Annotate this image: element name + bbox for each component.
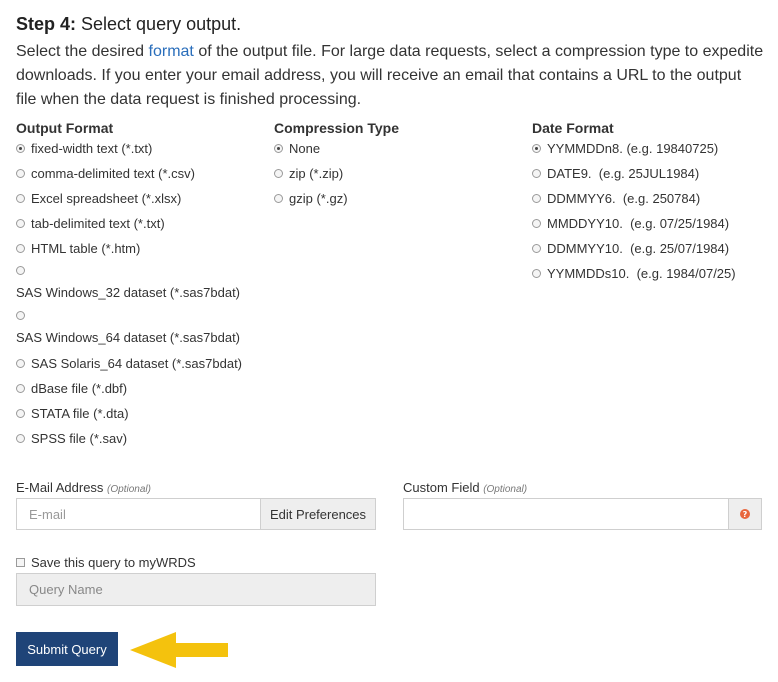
option-label: comma-delimited text (*.csv) xyxy=(31,166,195,181)
output-option-sas64[interactable]: SAS Windows_64 dataset (*.sas7bdat) xyxy=(16,311,240,345)
option-label: SAS Windows_32 dataset (*.sas7bdat) xyxy=(16,285,241,300)
date-option-mmddyy10[interactable]: MMDDYY10. (e.g. 07/25/1984) xyxy=(532,216,729,231)
compression-option-zip[interactable]: zip (*.zip) xyxy=(274,166,343,181)
radio-icon[interactable] xyxy=(16,194,25,203)
output-option-tab[interactable]: tab-delimited text (*.txt) xyxy=(16,216,165,231)
compression-option-gzip[interactable]: gzip (*.gz) xyxy=(274,191,348,206)
custom-field-label-text: Custom Field xyxy=(403,480,480,495)
radio-icon[interactable] xyxy=(16,266,25,275)
radio-icon[interactable] xyxy=(16,409,25,418)
radio-icon[interactable] xyxy=(274,194,283,203)
option-label: zip (*.zip) xyxy=(289,166,344,181)
radio-icon[interactable] xyxy=(16,244,25,253)
radio-icon[interactable] xyxy=(16,169,25,178)
output-format-heading: Output Format xyxy=(16,120,114,136)
optional-tag: (Optional) xyxy=(483,484,528,495)
radio-icon[interactable] xyxy=(532,269,541,278)
radio-icon[interactable] xyxy=(532,169,541,178)
save-query-checkbox-row[interactable]: Save this query to myWRDS xyxy=(16,555,196,570)
option-label: DDMMYY6. (e.g. 250784) xyxy=(547,191,701,206)
radio-icon[interactable] xyxy=(16,434,25,443)
email-placeholder: E-mail xyxy=(29,506,66,522)
step-title-bold: Step 4: xyxy=(16,14,77,34)
output-option-html[interactable]: HTML table (*.htm) xyxy=(16,241,140,256)
step-title: Step 4: Select query output. xyxy=(16,14,241,35)
radio-icon[interactable] xyxy=(532,144,541,153)
option-label: HTML table (*.htm) xyxy=(31,241,141,256)
help-addon[interactable]: ? xyxy=(728,498,762,530)
radio-icon[interactable] xyxy=(532,194,541,203)
radio-icon[interactable] xyxy=(274,144,283,153)
custom-field-input[interactable] xyxy=(403,498,729,530)
optional-tag: (Optional) xyxy=(107,484,151,495)
step-title-text: Select query output. xyxy=(76,14,242,34)
option-label: SAS Windows_64 dataset (*.sas7bdat) xyxy=(16,330,241,345)
radio-icon[interactable] xyxy=(16,311,25,320)
option-label: STATA file (*.dta) xyxy=(31,406,129,421)
option-label: SAS Solaris_64 dataset (*.sas7bdat) xyxy=(31,356,243,371)
radio-icon[interactable] xyxy=(16,219,25,228)
query-name-input[interactable]: Query Name xyxy=(16,573,376,606)
output-option-stata[interactable]: STATA file (*.dta) xyxy=(16,406,129,421)
compression-option-none[interactable]: None xyxy=(274,141,320,156)
email-input[interactable]: E-mail xyxy=(16,498,261,530)
option-label: MMDDYY10. (e.g. 07/25/1984) xyxy=(547,216,730,231)
format-link[interactable]: format xyxy=(149,43,194,60)
date-format-heading: Date Format xyxy=(532,120,614,136)
date-option-date9[interactable]: DATE9. (e.g. 25JUL1984) xyxy=(532,166,699,181)
compression-heading: Compression Type xyxy=(274,120,399,136)
output-option-sas32[interactable]: SAS Windows_32 dataset (*.sas7bdat) xyxy=(16,266,240,300)
option-label: Excel spreadsheet (*.xlsx) xyxy=(31,191,182,206)
output-option-csv[interactable]: comma-delimited text (*.csv) xyxy=(16,166,195,181)
date-option-yymmddn8[interactable]: YYMMDDn8. (e.g. 19840725) xyxy=(532,141,718,156)
output-option-fixed-width[interactable]: fixed-width text (*.txt) xyxy=(16,141,152,156)
output-option-solaris[interactable]: SAS Solaris_64 dataset (*.sas7bdat) xyxy=(16,356,242,371)
option-label: YYMMDDn8. (e.g. 19840725) xyxy=(547,141,719,156)
option-label: gzip (*.gz) xyxy=(289,191,348,206)
radio-icon[interactable] xyxy=(274,169,283,178)
radio-icon[interactable] xyxy=(16,359,25,368)
radio-icon[interactable] xyxy=(532,244,541,253)
email-label-text: E-Mail Address xyxy=(16,480,104,495)
left-arrow-icon xyxy=(130,632,228,668)
custom-field-label: Custom Field (Optional) xyxy=(403,480,527,495)
option-label: YYMMDDs10. (e.g. 1984/07/25) xyxy=(547,266,736,281)
step-description: Select the desired format of the output … xyxy=(16,40,766,112)
question-circle-icon[interactable]: ? xyxy=(740,509,750,519)
option-label: None xyxy=(289,141,321,156)
option-label: fixed-width text (*.txt) xyxy=(31,141,153,156)
option-label: tab-delimited text (*.txt) xyxy=(31,216,165,231)
option-label: SPSS file (*.sav) xyxy=(31,431,128,446)
date-option-ddmmyy6[interactable]: DDMMYY6. (e.g. 250784) xyxy=(532,191,700,206)
desc-text-pre: Select the desired xyxy=(16,43,149,60)
edit-preferences-button[interactable]: Edit Preferences xyxy=(260,498,376,530)
radio-icon[interactable] xyxy=(16,144,25,153)
date-option-yymmdds10[interactable]: YYMMDDs10. (e.g. 1984/07/25) xyxy=(532,266,736,281)
radio-icon[interactable] xyxy=(16,384,25,393)
save-query-checkbox[interactable] xyxy=(16,558,25,567)
option-label: DDMMYY10. (e.g. 25/07/1984) xyxy=(547,241,730,256)
save-query-label: Save this query to myWRDS xyxy=(31,555,196,570)
option-label: DATE9. (e.g. 25JUL1984) xyxy=(547,166,700,181)
query-name-placeholder: Query Name xyxy=(29,582,103,597)
output-option-dbase[interactable]: dBase file (*.dbf) xyxy=(16,381,127,396)
email-label: E-Mail Address (Optional) xyxy=(16,480,151,495)
output-option-spss[interactable]: SPSS file (*.sav) xyxy=(16,431,127,446)
radio-icon[interactable] xyxy=(532,219,541,228)
submit-query-button[interactable]: Submit Query xyxy=(16,632,118,666)
output-option-xlsx[interactable]: Excel spreadsheet (*.xlsx) xyxy=(16,191,181,206)
date-option-ddmmyy10[interactable]: DDMMYY10. (e.g. 25/07/1984) xyxy=(532,241,729,256)
option-label: dBase file (*.dbf) xyxy=(31,381,128,396)
